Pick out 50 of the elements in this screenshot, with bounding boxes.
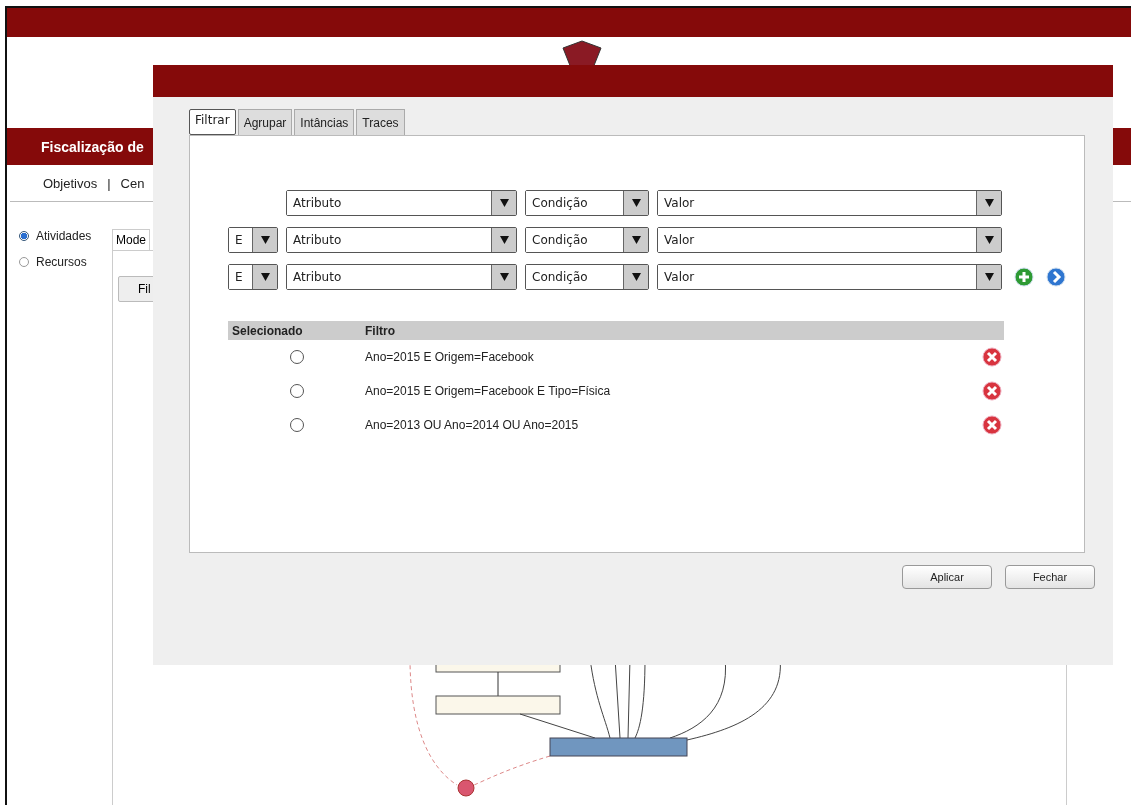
- panel-tab[interactable]: Mode: [112, 229, 151, 250]
- radio-button[interactable]: [19, 257, 29, 267]
- nav-link[interactable]: Cen: [120, 175, 145, 191]
- filter-text: Ano=2015 E Origem=Facebook: [365, 350, 535, 364]
- add-icon[interactable]: [1014, 266, 1034, 287]
- value-dropdown[interactable]: Valor: [657, 263, 1002, 290]
- attribute-dropdown[interactable]: Atributo: [286, 226, 517, 253]
- radio-button[interactable]: [19, 231, 29, 241]
- caret-icon: [499, 235, 509, 244]
- tab[interactable]: Traces: [356, 109, 405, 135]
- dialog-button[interactable]: Aplicar: [902, 565, 992, 589]
- nav-separator: |: [107, 175, 111, 191]
- condition-dropdown[interactable]: Condição: [525, 226, 649, 253]
- attribute-dropdown[interactable]: Atributo: [286, 189, 517, 216]
- filter-text: Ano=2013 OU Ano=2014 OU Ano=2015: [365, 418, 580, 432]
- caret-icon: [260, 272, 270, 281]
- tab[interactable]: Filtrar: [189, 109, 236, 135]
- delete-icon[interactable]: [982, 415, 1002, 435]
- filter-text: Ano=2015 E Origem=Facebook E Tipo=Física: [365, 384, 612, 398]
- next-icon[interactable]: [1046, 266, 1066, 287]
- banner-title: Fiscalização de: [41, 138, 144, 155]
- attribute-dropdown[interactable]: Atributo: [286, 263, 517, 290]
- nav-link[interactable]: Objetivos: [43, 175, 98, 191]
- value-dropdown[interactable]: Valor: [657, 189, 1002, 216]
- conjunction-dropdown[interactable]: E: [228, 263, 278, 290]
- caret-icon: [499, 198, 509, 207]
- dialog-button[interactable]: Fechar: [1005, 565, 1095, 589]
- caret-icon: [984, 198, 994, 207]
- condition-dropdown[interactable]: Condição: [525, 189, 649, 216]
- delete-icon[interactable]: [982, 347, 1002, 367]
- tab[interactable]: Intâncias: [294, 109, 355, 135]
- column-header: Filtro: [365, 323, 395, 338]
- conjunction-dropdown[interactable]: E: [228, 226, 278, 253]
- caret-icon: [631, 235, 641, 244]
- end-node: [457, 779, 475, 797]
- caret-icon: [260, 235, 270, 244]
- view-option[interactable]: Recursos: [19, 255, 112, 269]
- caret-icon: [631, 272, 641, 281]
- condition-dropdown[interactable]: Condição: [525, 263, 649, 290]
- delete-icon[interactable]: [982, 381, 1002, 401]
- logo-icon: [559, 40, 605, 68]
- column-header: Selecionado: [231, 323, 304, 338]
- view-option[interactable]: Atividades: [19, 229, 112, 243]
- caret-icon: [631, 198, 641, 207]
- tab[interactable]: Agrupar: [237, 109, 293, 135]
- caret-icon: [984, 272, 994, 281]
- caret-icon: [499, 272, 509, 281]
- value-dropdown[interactable]: Valor: [657, 226, 1002, 253]
- connector-line: [497, 671, 499, 697]
- caret-icon: [984, 235, 994, 244]
